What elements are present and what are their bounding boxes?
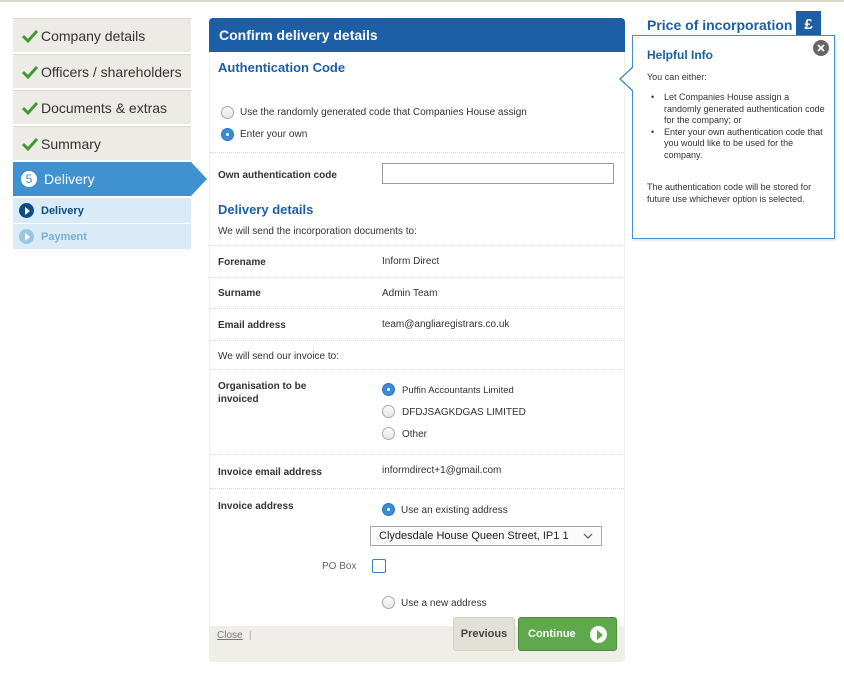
panel-title: Confirm delivery details <box>209 18 625 52</box>
po-box-label: PO Box <box>322 561 357 572</box>
confirm-delivery-panel: Confirm delivery details Authentication … <box>209 18 625 662</box>
checkmark-icon <box>21 63 39 81</box>
radio-org-other[interactable] <box>382 427 395 440</box>
invoice-address-label: Invoice address <box>218 501 294 512</box>
organisation-label-line1: Organisation to be <box>218 381 307 392</box>
radio-enter-own[interactable] <box>221 128 234 141</box>
list-item: Enter your own authentication code that … <box>647 127 827 162</box>
step-number-badge: 5 <box>21 171 37 187</box>
top-divider <box>0 0 844 2</box>
step-officers-shareholders[interactable]: Officers / shareholders <box>13 54 191 88</box>
step-label: Officers / shareholders <box>41 63 182 80</box>
invoice-email-row: Invoice email address informdirect+1@gma… <box>210 454 624 488</box>
divider: | <box>249 630 252 641</box>
panel-body: Authentication Code Use the randomly gen… <box>210 52 624 626</box>
radio-org-puffin-label: Puffin Accountants Limited <box>402 385 514 396</box>
substep-payment[interactable]: Payment <box>13 224 191 249</box>
surname-value: Admin Team <box>382 288 438 299</box>
surname-label: Surname <box>218 288 261 299</box>
checkmark-icon <box>21 27 39 45</box>
helpful-info-intro: You can either: <box>647 72 707 82</box>
surname-row: Surname Admin Team <box>210 277 624 309</box>
substep-delivery[interactable]: Delivery <box>13 198 191 223</box>
close-icon[interactable] <box>813 40 829 56</box>
radio-existing-address[interactable] <box>382 503 395 516</box>
po-box-checkbox[interactable] <box>372 559 386 573</box>
organisation-row: Organisation to be invoiced Puffin Accou… <box>210 369 624 454</box>
step-label: Documents & extras <box>41 99 168 116</box>
radio-existing-address-label: Use an existing address <box>401 505 508 516</box>
step-summary[interactable]: Summary <box>13 126 191 160</box>
forename-row: Forename Inform Direct <box>210 245 624 277</box>
previous-button[interactable]: Previous <box>453 617 515 651</box>
step-delivery-active[interactable]: 5 Delivery <box>13 162 207 196</box>
play-icon <box>19 203 34 218</box>
continue-button-label: Continue <box>528 628 576 640</box>
progress-sidebar: Company details Officers / shareholders … <box>13 18 207 249</box>
helpful-info-note: The authentication code will be stored f… <box>647 182 812 204</box>
existing-address-select[interactable]: Clydesdale House Queen Street, IP1 1 <box>370 526 602 546</box>
step-label: Summary <box>41 135 101 152</box>
step-company-details[interactable]: Company details <box>13 18 191 52</box>
email-label: Email address <box>218 320 286 331</box>
auth-code-title: Authentication Code <box>218 60 346 75</box>
own-code-row: Own authentication code <box>210 152 624 192</box>
email-value: team@angliaregistrars.co.uk <box>382 319 510 330</box>
pound-icon[interactable]: £ <box>796 11 821 37</box>
play-icon <box>19 229 34 244</box>
list-item: Let Companies House assign a randomly ge… <box>647 92 827 127</box>
radio-enter-own-label: Enter your own <box>240 129 308 140</box>
checkmark-icon <box>21 135 39 153</box>
helpful-info-popover: Helpful Info You can either: Let Compani… <box>619 35 835 239</box>
invoice-intro: We will send our invoice to: <box>218 351 339 362</box>
step-label: Company details <box>41 27 146 44</box>
own-code-input[interactable] <box>382 163 614 184</box>
radio-random-code[interactable] <box>221 106 234 119</box>
email-row: Email address team@angliaregistrars.co.u… <box>210 308 624 340</box>
organisation-label-line2: invoiced <box>218 394 259 405</box>
invoice-email-label: Invoice email address <box>218 467 322 478</box>
radio-new-address-label: Use a new address <box>401 598 487 609</box>
continue-button[interactable]: Continue <box>518 617 617 651</box>
chevron-down-icon <box>583 531 593 543</box>
radio-org-dfdj[interactable] <box>382 405 395 418</box>
forename-value: Inform Direct <box>382 256 440 267</box>
own-code-label: Own authentication code <box>218 170 337 181</box>
radio-org-other-label: Other <box>402 429 428 440</box>
invoice-intro-row: We will send our invoice to: <box>210 340 624 369</box>
radio-new-address[interactable] <box>382 596 395 609</box>
delivery-intro: We will send the incorporation documents… <box>218 226 417 237</box>
previous-button-label: Previous <box>460 628 508 640</box>
price-of-incorporation-title: Price of incorporation <box>647 17 793 33</box>
radio-random-code-label: Use the randomly generated code that Com… <box>240 107 527 118</box>
step-documents-extras[interactable]: Documents & extras <box>13 90 191 124</box>
radio-org-dfdj-label: DFDJSAGKDGAS LIMITED <box>402 407 526 418</box>
helpful-info-list: Let Companies House assign a randomly ge… <box>647 92 827 161</box>
helpful-info-title: Helpful Info <box>647 48 713 62</box>
existing-address-value: Clydesdale House Queen Street, IP1 1 <box>379 530 569 542</box>
invoice-email-value: informdirect+1@gmail.com <box>382 465 502 476</box>
close-link[interactable]: Close <box>217 630 243 641</box>
forename-label: Forename <box>218 257 266 268</box>
substep-label: Delivery <box>41 204 84 217</box>
step-label: Delivery <box>44 171 95 187</box>
checkmark-icon <box>21 99 39 117</box>
substep-label: Payment <box>41 230 87 243</box>
arrow-right-icon <box>590 626 607 643</box>
delivery-details-title: Delivery details <box>218 202 314 217</box>
invoice-address-row: Invoice address Use an existing address … <box>210 488 624 626</box>
radio-org-puffin[interactable] <box>382 383 395 396</box>
